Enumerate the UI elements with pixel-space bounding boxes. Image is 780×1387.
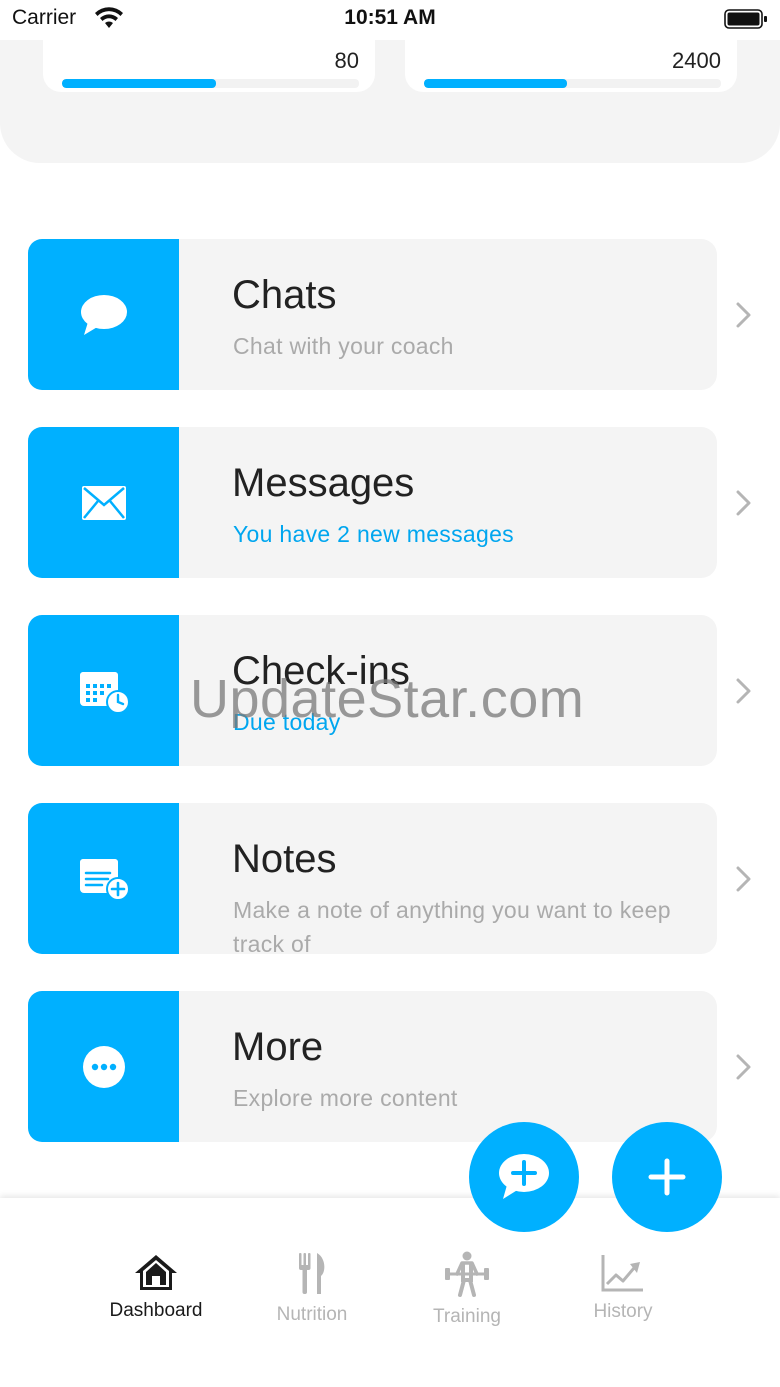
clock: 10:51 AM [344, 6, 436, 29]
stat-value-left: 80 [334, 48, 359, 73]
chevron-right-icon [736, 302, 751, 328]
menu-list: Chats Chat with your coach Messages You … [28, 239, 778, 1179]
tab-history[interactable]: History [548, 1253, 698, 1323]
more-dots-icon [82, 1045, 125, 1088]
chart-line-icon [601, 1255, 643, 1292]
menu-item-title: Notes [232, 837, 337, 881]
plus-icon [648, 1158, 686, 1196]
battery-icon [724, 9, 767, 29]
icon-box [28, 991, 179, 1142]
weightlifter-icon [445, 1251, 489, 1297]
progress-bar-right [424, 79, 721, 88]
tab-label: History [593, 1301, 653, 1322]
tab-label: Training [433, 1306, 501, 1327]
tab-label: Nutrition [276, 1304, 348, 1325]
menu-item-subtitle: Chat with your coach [233, 333, 454, 359]
progress-fill-left [62, 79, 217, 88]
icon-box [28, 239, 179, 390]
progress-bar-left [62, 79, 359, 88]
calendar-clock-icon [79, 671, 130, 714]
note-add-icon [79, 858, 130, 901]
icon-box [28, 803, 179, 954]
stat-value-right: 2400 [672, 48, 721, 73]
menu-item-subtitle: You have 2 new messages [233, 521, 514, 547]
chat-bubble-icon [80, 294, 127, 335]
chevron-right-icon [736, 490, 751, 516]
tab-dashboard[interactable]: Dashboard [81, 1252, 231, 1322]
tab-training[interactable]: Training [392, 1250, 542, 1328]
progress-fill-right [424, 79, 567, 88]
menu-item-check-ins[interactable]: Check-ins Due today [28, 615, 778, 766]
menu-item-title: More [232, 1025, 324, 1069]
menu-item-subtitle: Explore more content [233, 1085, 458, 1111]
chevron-right-icon [736, 866, 751, 892]
fork-knife-icon [299, 1253, 325, 1294]
menu-item-messages[interactable]: Messages You have 2 new messages [28, 427, 778, 578]
menu-item-chats[interactable]: Chats Chat with your coach [28, 239, 778, 390]
chevron-right-icon [736, 678, 751, 704]
tab-nutrition[interactable]: Nutrition [237, 1252, 387, 1326]
tab-label: Dashboard [109, 1300, 203, 1321]
menu-item-more[interactable]: More Explore more content [28, 991, 778, 1142]
new-chat-button[interactable] [469, 1122, 579, 1232]
add-button[interactable] [612, 1122, 722, 1232]
menu-item-subtitle: Make a note of anything you want to keep… [233, 897, 671, 957]
icon-box [28, 615, 179, 766]
menu-item-title: Chats [232, 273, 337, 317]
chevron-right-icon [736, 1054, 751, 1080]
status-bar: Carrier 10:51 AM [0, 0, 780, 40]
menu-item-title: Messages [232, 461, 415, 505]
envelope-icon [81, 485, 126, 520]
icon-box [28, 427, 179, 578]
menu-item-subtitle: Due today [233, 709, 341, 735]
menu-item-notes[interactable]: Notes Make a note of anything you want t… [28, 803, 778, 957]
menu-item-title: Check-ins [232, 649, 410, 693]
chat-add-icon [499, 1154, 549, 1199]
home-icon [135, 1255, 177, 1290]
